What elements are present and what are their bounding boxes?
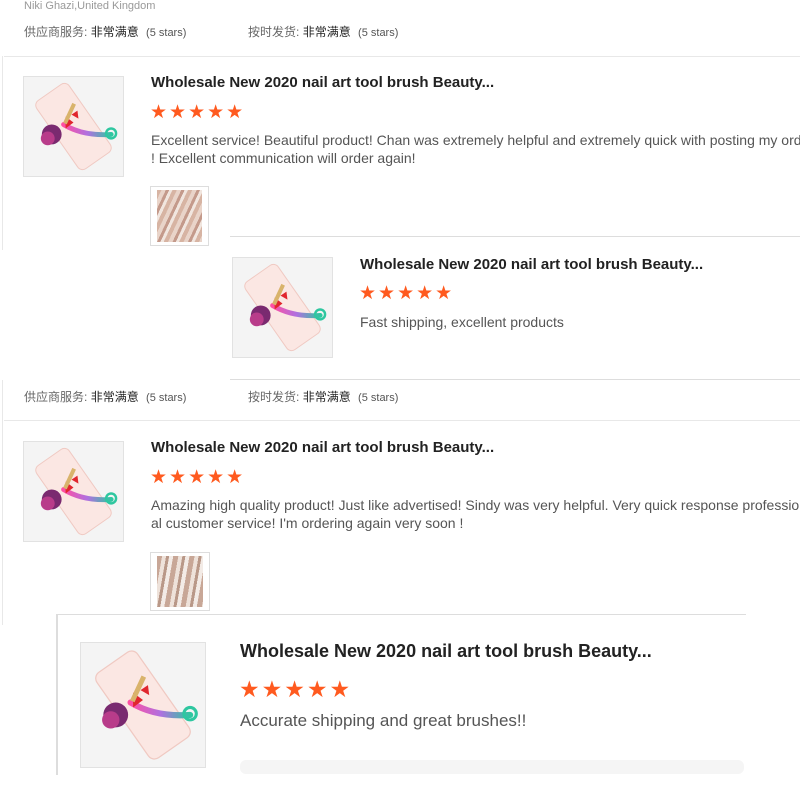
divider bbox=[4, 420, 800, 421]
on-time-delivery-rating: 按时发货: 非常满意 (5 stars) bbox=[248, 23, 398, 40]
on-time-delivery-label: 按时发货: bbox=[248, 25, 300, 39]
on-time-delivery-rating: 按时发货: 非常满意 (5 stars) bbox=[248, 388, 398, 405]
reply-box bbox=[240, 760, 744, 774]
review-comment-line: ! Excellent communication will order aga… bbox=[151, 150, 416, 166]
review-comment: Excellent service! Beautiful product! Ch… bbox=[151, 131, 800, 167]
supplier-service-value: 非常满意 bbox=[90, 25, 139, 39]
review-comment-line: Excellent service! Beautiful product! Ch… bbox=[151, 132, 800, 148]
on-time-delivery-label: 按时发货: bbox=[248, 390, 300, 404]
product-title[interactable]: Wholesale New 2020 nail art tool brush B… bbox=[240, 641, 652, 662]
star-rating: ★★★★★ bbox=[239, 676, 353, 702]
brush-product-image bbox=[24, 442, 123, 541]
supplier-service-value: 非常满意 bbox=[90, 390, 139, 404]
on-time-delivery-value: 非常满意 bbox=[302, 390, 351, 404]
supplier-service-label: 供应商服务: bbox=[24, 25, 88, 39]
supplier-service-rating: 供应商服务: 非常满意 (5 stars) bbox=[24, 23, 186, 40]
panel-border bbox=[2, 380, 3, 625]
review-comment: Amazing high quality product! Just like … bbox=[151, 496, 800, 532]
product-thumbnail[interactable] bbox=[232, 257, 333, 358]
product-thumbnail[interactable] bbox=[80, 642, 206, 768]
star-rating: ★★★★★ bbox=[150, 467, 246, 488]
supplier-service-stars-text: (5 stars) bbox=[146, 392, 187, 404]
star-rating: ★★★★★ bbox=[150, 102, 246, 123]
review-comment: Fast shipping, excellent products bbox=[360, 314, 564, 330]
product-title[interactable]: Wholesale New 2020 nail art tool brush B… bbox=[151, 74, 494, 91]
review-comment-line: Amazing high quality product! Just like … bbox=[151, 497, 800, 513]
on-time-delivery-value: 非常满意 bbox=[302, 25, 351, 39]
reviewer-name-location: Niki Ghazi,United Kingdom bbox=[24, 0, 156, 12]
divider bbox=[4, 56, 800, 57]
supplier-service-label: 供应商服务: bbox=[24, 390, 88, 404]
star-rating: ★★★★★ bbox=[359, 283, 455, 304]
review-photo[interactable] bbox=[150, 552, 210, 611]
panel-border bbox=[2, 56, 3, 250]
review-comment-line: al customer service! I'm ordering again … bbox=[151, 515, 464, 531]
review-photo[interactable] bbox=[150, 186, 209, 246]
brush-product-image bbox=[24, 77, 123, 176]
on-time-delivery-stars-text: (5 stars) bbox=[358, 27, 399, 39]
brush-product-image bbox=[233, 258, 332, 357]
on-time-delivery-stars-text: (5 stars) bbox=[358, 392, 399, 404]
brush-product-image bbox=[81, 643, 205, 767]
review-comment: Accurate shipping and great brushes!! bbox=[240, 711, 527, 730]
product-thumbnail[interactable] bbox=[23, 441, 124, 542]
product-title[interactable]: Wholesale New 2020 nail art tool brush B… bbox=[151, 439, 494, 456]
supplier-service-stars-text: (5 stars) bbox=[146, 27, 187, 39]
supplier-service-rating: 供应商服务: 非常满意 (5 stars) bbox=[24, 388, 186, 405]
product-thumbnail[interactable] bbox=[23, 76, 124, 177]
product-title[interactable]: Wholesale New 2020 nail art tool brush B… bbox=[360, 256, 703, 273]
